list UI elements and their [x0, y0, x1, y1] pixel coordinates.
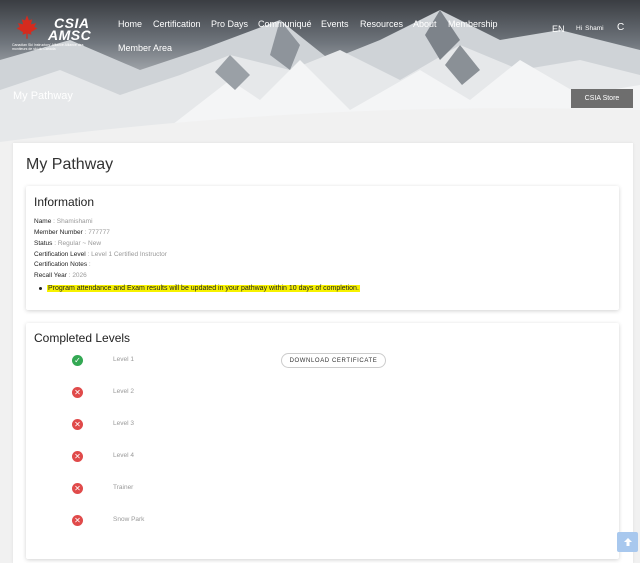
- arrow-up-icon: [623, 538, 632, 546]
- nav-home[interactable]: Home: [118, 19, 142, 29]
- info-row-member-number: Member Number : 777777: [34, 229, 110, 236]
- level-row: ✕ Level 2: [26, 387, 619, 401]
- language-toggle[interactable]: EN: [552, 24, 565, 34]
- level-row: ✓ Level 1 DOWNLOAD CERTIFICATE: [26, 353, 619, 369]
- information-heading: Information: [34, 195, 95, 209]
- level-name: Level 4: [113, 452, 134, 459]
- nav-communique[interactable]: Communiqué: [258, 19, 312, 29]
- level-row: ✕ Level 3: [26, 419, 619, 433]
- hero-title: My Pathway: [13, 90, 73, 102]
- greeting-text: Hi: [576, 25, 583, 32]
- user-menu-button[interactable]: C: [617, 22, 624, 33]
- maple-leaf-icon: [16, 15, 38, 39]
- info-value: 2026: [72, 272, 87, 279]
- user-greeting[interactable]: Hi Shami: [576, 25, 604, 32]
- x-circle-icon: ✕: [72, 387, 83, 398]
- info-value: 777777: [88, 229, 110, 236]
- nav-pro-days[interactable]: Pro Days: [211, 19, 248, 29]
- info-value: Shamishami: [56, 218, 93, 225]
- pathway-card: My Pathway Information Name : Shamishami…: [13, 143, 633, 563]
- level-name: Snow Park: [113, 516, 145, 523]
- download-certificate-button[interactable]: DOWNLOAD CERTIFICATE: [281, 353, 386, 368]
- level-row: ✕ Level 4: [26, 451, 619, 465]
- x-circle-icon: ✕: [72, 483, 83, 494]
- nav-resources[interactable]: Resources: [360, 19, 403, 29]
- scroll-to-top-button[interactable]: [617, 532, 638, 552]
- info-label: Recall Year: [34, 272, 67, 279]
- check-circle-icon: ✓: [72, 355, 83, 366]
- bullet-icon: [39, 286, 42, 290]
- info-value: Level 1 Certified Instructor: [91, 251, 167, 258]
- nav-about[interactable]: About: [413, 19, 437, 29]
- logo-text-amsc: AMSC: [48, 27, 92, 43]
- x-circle-icon: ✕: [72, 419, 83, 430]
- completed-levels-panel: Completed Levels ✓ Level 1 DOWNLOAD CERT…: [26, 323, 619, 559]
- level-name: Level 2: [113, 388, 134, 395]
- level-row: ✕ Snow Park: [26, 515, 619, 529]
- nav-membership[interactable]: Membership: [448, 19, 498, 29]
- info-row-certification-level: Certification Level : Level 1 Certified …: [34, 251, 167, 258]
- level-name: Trainer: [113, 484, 134, 491]
- level-name: Level 3: [113, 420, 134, 427]
- user-name: Shami: [585, 25, 604, 32]
- info-row-certification-notes: Certification Notes :: [34, 261, 91, 268]
- info-row-status: Status : Regular ~ New: [34, 240, 102, 247]
- note-text: Program attendance and Exam results will…: [47, 285, 360, 292]
- info-label: Certification Level: [34, 251, 86, 258]
- nav-events[interactable]: Events: [321, 19, 349, 29]
- info-value: Regular ~ New: [57, 240, 102, 247]
- hero-banner: CSIA AMSC Canadian Ski Instructors' Alli…: [0, 0, 640, 142]
- x-circle-icon: ✕: [72, 451, 83, 462]
- nav-certification[interactable]: Certification: [153, 19, 201, 29]
- x-circle-icon: ✕: [72, 515, 83, 526]
- completed-levels-heading: Completed Levels: [34, 331, 131, 345]
- info-row-name: Name : Shamishami: [34, 218, 93, 225]
- info-label: Name: [34, 218, 52, 225]
- page-title: My Pathway: [26, 156, 114, 173]
- nav-member-area[interactable]: Member Area: [118, 43, 172, 53]
- info-row-recall-year: Recall Year : 2026: [34, 272, 87, 279]
- level-row: ✕ Trainer: [26, 483, 619, 497]
- csia-logo[interactable]: CSIA AMSC Canadian Ski Instructors' Alli…: [12, 12, 112, 52]
- pathway-update-note: Program attendance and Exam results will…: [39, 285, 360, 292]
- info-label: Certification Notes: [34, 261, 88, 268]
- logo-tagline: Canadian Ski Instructors' Alliance Allia…: [12, 43, 84, 51]
- information-panel: Information Name : Shamishami Member Num…: [26, 186, 619, 310]
- level-name: Level 1: [113, 356, 134, 363]
- info-label: Status: [34, 240, 53, 247]
- csia-store-button[interactable]: CSIA Store: [571, 89, 633, 108]
- info-label: Member Number: [34, 229, 83, 236]
